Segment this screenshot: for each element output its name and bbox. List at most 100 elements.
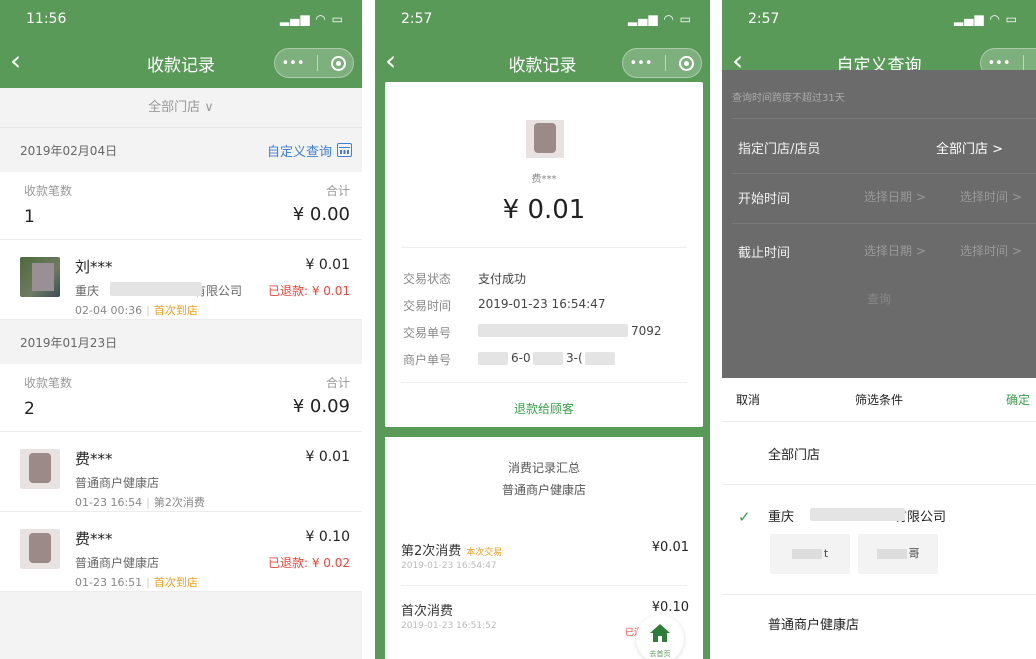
nav-bar: ‹ 收款记录 ••• (375, 38, 710, 88)
consumption-item-amount: ¥0.10 (651, 600, 689, 615)
consumption-item-amount: ¥0.01 (651, 540, 689, 555)
close-miniprogram-icon[interactable] (679, 55, 695, 71)
day-summary: 收款笔数 1 合计 ¥ 0.00 (0, 172, 362, 240)
count-label: 收款笔数 (24, 184, 73, 198)
custom-query-screen: 2:57 ▂▄▆ ◠ ▭ ‹ 自定义查询 ••• 查询时间跨度不超过31天 指定… (722, 0, 1036, 659)
record-time: 01-23 16:54 | 第2次消费 (75, 496, 205, 509)
home-icon (650, 624, 670, 642)
payer-name: 刘*** (75, 258, 113, 276)
avatar (526, 120, 564, 158)
more-icon[interactable]: ••• (987, 56, 1010, 71)
status-bar: 2:57 ▂▄▆ ◠ ▭ (722, 0, 1036, 38)
staff-chip[interactable]: 哥 (858, 534, 938, 574)
record-item[interactable]: 费*** 普通商户健康店 01-23 16:51 | 首次到店 ¥ 0.10 已退款… (0, 512, 362, 592)
avatar (20, 449, 60, 489)
mini-program-capsule[interactable]: ••• (622, 48, 702, 78)
record-time: 02-04 00:36 | 首次到店 (75, 304, 198, 317)
consumption-item-date: 2019-01-23 16:54:47 (401, 561, 497, 571)
end-time-select[interactable]: 选择时间 > (960, 242, 1022, 259)
store-select[interactable]: 全部门店 > (936, 138, 1003, 157)
payer-name: 费*** (531, 174, 557, 185)
signal-wifi-battery-icon: ▂▄▆ ◠ ▭ (627, 12, 692, 26)
field-value: 2019-01-23 16:54:47 (478, 297, 606, 311)
payment-detail-screen: 2:57 ▂▄▆ ◠ ▭ ‹ 收款记录 ••• 费*** ¥ 0.01 交易状态… (375, 0, 710, 659)
total-value: ¥ 0.09 (292, 396, 350, 417)
query-form-dimmed: 查询时间跨度不超过31天 指定门店/店员 全部门店 > 开始时间 选择日期 > … (722, 70, 1036, 378)
redacted-block (533, 352, 563, 365)
date-label: 2019年02月04日 (20, 143, 118, 158)
field-label: 交易状态 (403, 272, 452, 286)
custom-query-label[interactable]: 自定义查询 (267, 141, 332, 160)
total-label: 合计 (325, 376, 350, 390)
transaction-card: 费*** ¥ 0.01 交易状态 支付成功 交易时间 2019-01-23 16… (385, 82, 703, 427)
sheet-header: 取消 筛选条件 确定 (722, 378, 1036, 422)
home-label[interactable]: 去首页 (636, 649, 684, 659)
field-label: 交易时间 (403, 299, 452, 313)
redacted-block (585, 352, 615, 365)
field-value: 支付成功 (478, 272, 527, 286)
payment-records-screen: 11:56 ▂▄▆ ◠ ▭ ‹ 收款记录 ••• 全部门店 ∨ 2019年02月… (0, 0, 362, 659)
record-time: 01-23 16:51 | 首次到店 (75, 576, 198, 589)
status-time: 2:57 (748, 11, 780, 27)
summary-shop: 普通商户健康店 (501, 483, 586, 497)
mini-program-capsule[interactable]: ••• (274, 48, 354, 78)
redacted-block (478, 352, 508, 365)
status-bar: 2:57 ▂▄▆ ◠ ▭ (375, 0, 710, 38)
field-label: 交易单号 (403, 326, 452, 340)
refund-status: 已退款: ¥ 0.01 (267, 284, 350, 298)
start-time-select[interactable]: 选择时间 > (960, 188, 1022, 205)
home-button[interactable]: 去首页 (636, 615, 684, 659)
filter-sheet: 取消 筛选条件 确定 全部门店 ✓ 重庆 有限公司 t 哥 普通商户健康店 (722, 378, 1036, 659)
payer-name: 费*** (75, 530, 113, 548)
consumption-item-date: 2019-01-23 16:51:52 (401, 621, 497, 631)
refund-to-customer-button[interactable]: 退款给顾客 (385, 400, 703, 417)
nav-bar: ‹ 收款记录 ••• (0, 38, 362, 88)
custom-query-link[interactable]: 自定义查询 (267, 141, 352, 160)
day-summary: 收款笔数 2 合计 ¥ 0.09 (0, 364, 362, 432)
field-value: 3-( (566, 351, 583, 365)
refund-status: 已退款: ¥ 0.02 (267, 556, 350, 570)
close-miniprogram-icon[interactable] (331, 55, 347, 71)
query-button[interactable]: 查询 (722, 290, 1036, 307)
record-amount: ¥ 0.01 (305, 449, 350, 465)
date-header: 2019年02月04日 自定义查询 (0, 128, 362, 172)
redacted-block (478, 324, 628, 337)
more-icon[interactable]: ••• (281, 56, 304, 71)
record-item[interactable]: 刘*** 重庆 有限公司 02-04 00:36 | 首次到店 ¥ 0.01 已退款:… (0, 240, 362, 320)
transaction-amount: ¥ 0.01 (502, 195, 586, 225)
calendar-icon[interactable] (337, 143, 352, 157)
consumption-item-title: 首次消费 (401, 604, 454, 619)
check-icon: ✓ (738, 508, 751, 526)
end-time-label: 截止时间 (738, 246, 791, 261)
field-value: 6-0 (511, 351, 531, 365)
summary-title: 消费记录汇总 (507, 461, 580, 475)
avatar (20, 257, 60, 297)
start-date-select[interactable]: 选择日期 > (864, 188, 926, 205)
field-value: 7092 (631, 324, 662, 338)
store-staff-label: 指定门店/店员 (738, 142, 821, 157)
total-label: 合计 (325, 184, 350, 198)
redacted-block (810, 508, 905, 521)
record-amount: ¥ 0.10 (305, 529, 350, 545)
end-date-select[interactable]: 选择日期 > (864, 242, 926, 259)
store-filter-dropdown[interactable]: 全部门店 ∨ (0, 88, 362, 128)
record-amount: ¥ 0.01 (305, 257, 350, 273)
staff-chip[interactable]: t (770, 534, 850, 574)
date-label: 2019年01月23日 (20, 335, 118, 350)
confirm-button[interactable]: 确定 (1006, 391, 1030, 408)
field-label: 商户单号 (403, 353, 452, 367)
more-icon[interactable]: ••• (629, 56, 652, 71)
consumption-item-title: 第2次消费 本次交易 (401, 544, 503, 559)
record-item[interactable]: 费*** 普通商户健康店 01-23 16:54 | 第2次消费 ¥ 0.01 (0, 432, 362, 512)
status-time: 11:56 (26, 11, 67, 27)
option-all-stores[interactable]: 全部门店 (768, 444, 820, 463)
status-time: 2:57 (401, 11, 433, 27)
start-time-label: 开始时间 (738, 192, 791, 207)
time-span-hint: 查询时间跨度不超过31天 (732, 93, 845, 104)
shop-name: 普通商户健康店 (75, 476, 160, 490)
total-value: ¥ 0.00 (292, 204, 350, 225)
redacted-block (110, 282, 202, 296)
option-other-store[interactable]: 普通商户健康店 (768, 614, 859, 633)
sheet-title: 筛选条件 (854, 393, 903, 407)
count-label: 收款笔数 (24, 376, 73, 390)
